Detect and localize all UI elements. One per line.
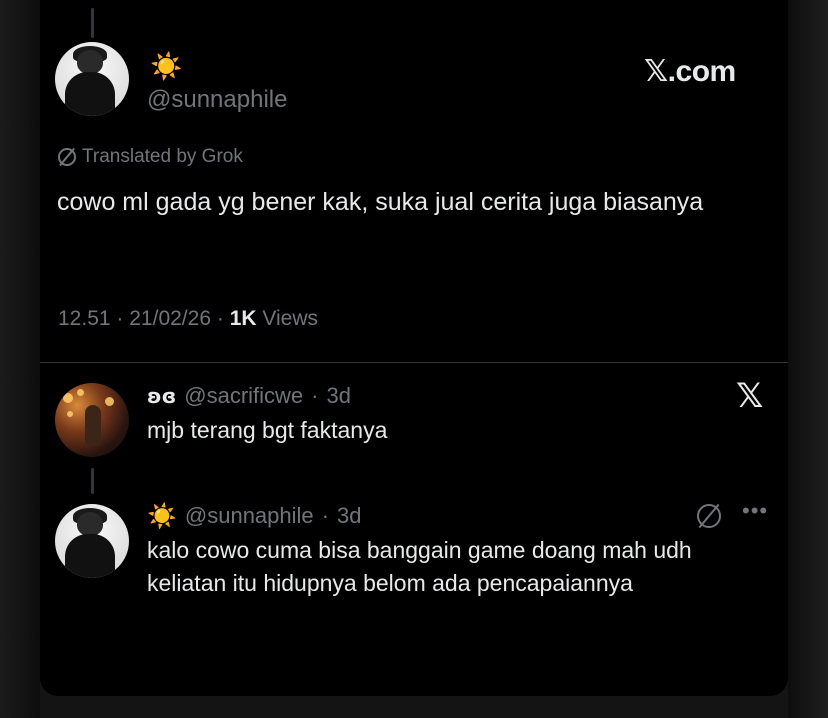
background-right [788, 0, 828, 718]
author-handle[interactable]: @sunnaphile [147, 86, 287, 114]
reply2-display-name-emoji[interactable]: ☀️ [147, 504, 177, 528]
display-name-emoji[interactable]: ☀️ [150, 54, 182, 80]
tweet-date[interactable]: 21/02/26 [129, 307, 211, 330]
divider [40, 362, 788, 363]
reply2-avatar[interactable] [55, 504, 129, 578]
tweet-meta: 12.51 · 21/02/26 · 1K Views [58, 307, 319, 330]
reply-header: ʚɞ @sacrificwe · 3d [147, 383, 351, 409]
reply2-header: ☀️ @sunnaphile · 3d [147, 502, 362, 530]
avatar[interactable] [55, 42, 129, 116]
reply2-text: kalo cowo cuma bisa banggain game doang … [147, 537, 692, 596]
reply-age[interactable]: 3d [327, 383, 351, 409]
thread-line-top [91, 8, 94, 38]
tweet-text: cowo ml gada yg bener kak, suka jual cer… [57, 188, 704, 216]
tweet-card: ☀️ @sunnaphile 𝕏.com Translated by Grok … [40, 0, 788, 696]
reply-text: mjb terang bgt faktanya [147, 417, 388, 443]
watermark-x-com: 𝕏.com [644, 55, 736, 88]
reply2-handle[interactable]: @sunnaphile [185, 503, 314, 529]
grok-translate-icon[interactable] [697, 504, 721, 528]
grok-icon [58, 148, 76, 166]
translated-by-grok[interactable]: Translated by Grok [58, 146, 243, 168]
translated-label: Translated by Grok [82, 146, 243, 167]
views-count: 1K [229, 307, 257, 330]
reply2-age[interactable]: 3d [337, 503, 361, 529]
more-options-icon[interactable]: ••• [742, 498, 768, 524]
reply-handle[interactable]: @sacrificwe [184, 383, 303, 409]
reply-avatar[interactable] [55, 383, 129, 457]
thread-line-reply [91, 468, 94, 494]
reply-display-name[interactable]: ʚɞ [147, 384, 176, 408]
views-label: Views [262, 307, 319, 330]
background-left [0, 0, 40, 718]
x-logo-icon: 𝕏 [736, 376, 764, 416]
tweet-time[interactable]: 12.51 [58, 307, 111, 330]
